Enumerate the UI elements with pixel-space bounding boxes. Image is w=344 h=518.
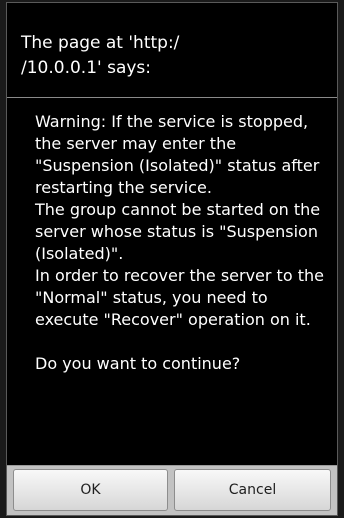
dialog-title: The page at 'http:/ /10.0.0.1' says: [21,33,180,78]
screen: The page at 'http:/ /10.0.0.1' says: War… [0,0,344,518]
ok-button[interactable]: OK [13,469,168,511]
cancel-button[interactable]: Cancel [174,469,331,511]
dialog-button-bar: OK Cancel [7,465,337,515]
dialog-message: Warning: If the service is stopped, the … [35,112,324,373]
alert-dialog: The page at 'http:/ /10.0.0.1' says: War… [6,2,338,516]
title-divider [7,97,337,98]
